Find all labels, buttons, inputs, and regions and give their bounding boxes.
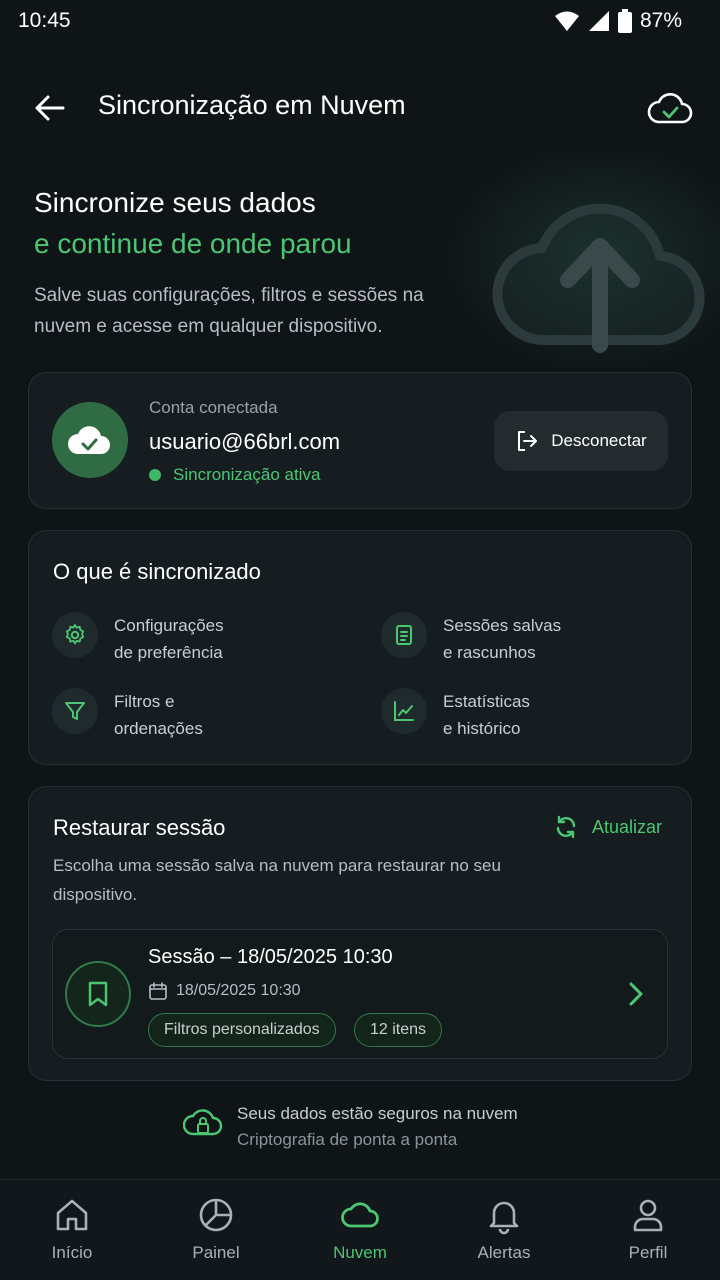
feature-text: Configurações de preferência <box>114 616 224 662</box>
disconnect-button[interactable]: Desconectar <box>494 411 668 471</box>
session-tag: 12 itens <box>354 1013 443 1047</box>
feature-text: Sessões salvas e rascunhos <box>443 616 562 662</box>
hero-subtitle: e continue de onde parou <box>34 228 352 259</box>
security-subtitle: Criptografia de ponta a ponta <box>237 1130 458 1149</box>
session-date: 18/05/2025 10:30 <box>148 981 301 1001</box>
user-icon <box>633 1199 663 1232</box>
disconnect-label: Desconectar <box>551 431 647 450</box>
sync-status-text: Sincronização ativa <box>173 465 321 484</box>
pie-chart-icon <box>199 1198 233 1232</box>
cloud-upload-icon <box>492 203 705 353</box>
battery-icon <box>617 9 632 33</box>
feature-text: Filtros e ordenações <box>114 692 203 738</box>
nav-item-painel[interactable]: Painel <box>161 1195 271 1263</box>
status-dot <box>149 469 161 481</box>
cloud-lock-icon <box>183 1109 223 1136</box>
logout-icon <box>518 431 538 451</box>
wifi-icon <box>554 11 579 31</box>
bookmark-icon <box>65 961 131 1027</box>
chart-icon <box>381 688 427 734</box>
nav-item-nuvem[interactable]: Nuvem <box>305 1195 415 1263</box>
page-title: Sincronização em Nuvem <box>98 90 406 120</box>
document-icon <box>381 612 427 658</box>
nav-item-alertas[interactable]: Alertas <box>449 1195 559 1263</box>
feature-item: Filtros e ordenações <box>52 688 203 742</box>
cloud-check-icon <box>68 426 110 454</box>
filter-icon <box>52 688 98 734</box>
feature-item: Configurações de preferência <box>52 612 224 666</box>
gear-icon <box>52 612 98 658</box>
bell-icon <box>489 1201 519 1235</box>
battery-percentage: 87% <box>639 9 682 32</box>
session-tag: Filtros personalizados <box>148 1013 336 1047</box>
hero-description: Salve suas configurações, filtros e sess… <box>34 285 424 337</box>
chevron-right-icon <box>629 982 643 1006</box>
feature-text: Estatísticas e histórico <box>443 692 530 738</box>
nav-item-inicio[interactable]: Início <box>17 1195 127 1263</box>
home-icon <box>56 1199 88 1231</box>
account-email: usuario@66brl.com <box>149 429 341 454</box>
back-button[interactable] <box>30 88 70 128</box>
calendar-icon <box>149 982 167 1000</box>
sync-status: Sincronização ativa <box>149 465 320 485</box>
status-bar: 10:45 87% <box>0 0 720 44</box>
status-icons: 87% <box>554 9 682 33</box>
restore-description: Escolha uma sessão salva na nuvem para r… <box>53 856 501 904</box>
cloud-check-icon <box>647 92 693 124</box>
restore-title: Restaurar sessão <box>53 815 226 840</box>
refresh-button[interactable]: Atualizar <box>554 815 662 839</box>
feature-item: Sessões salvas e rascunhos <box>381 612 561 666</box>
feature-item: Estatísticas e histórico <box>381 688 530 742</box>
session-title: Sessão – 18/05/2025 10:30 <box>148 946 393 968</box>
signal-icon <box>588 11 609 31</box>
refresh-label: Atualizar <box>592 816 663 837</box>
refresh-icon <box>556 815 576 839</box>
account-label: Conta conectada <box>149 398 278 417</box>
cloud-icon <box>341 1202 379 1228</box>
security-title: Seus dados estão seguros na nuvem <box>237 1104 518 1123</box>
account-avatar <box>52 402 128 478</box>
nav-item-perfil[interactable]: Perfil <box>593 1195 703 1263</box>
status-time: 10:45 <box>18 9 71 32</box>
arrow-left-icon <box>35 95 65 121</box>
cloud-check-button[interactable] <box>646 86 694 130</box>
hero-title: Sincronize seus dados <box>34 187 316 218</box>
sync-features-title: O que é sincronizado <box>53 559 261 584</box>
